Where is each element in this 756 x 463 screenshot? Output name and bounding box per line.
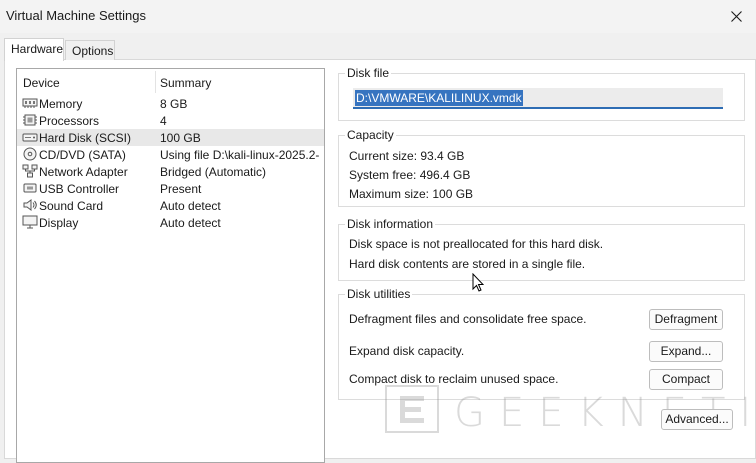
device-name: CD/DVD (SATA) bbox=[39, 148, 126, 162]
disk-information-group: Disk information Disk space is not preal… bbox=[338, 217, 745, 281]
device-name: Network Adapter bbox=[39, 165, 128, 179]
memory-icon bbox=[22, 96, 38, 110]
expand-text: Expand disk capacity. bbox=[349, 344, 465, 358]
device-name: Display bbox=[39, 216, 79, 230]
expand-button[interactable]: Expand... bbox=[649, 341, 723, 362]
capacity-label: Capacity bbox=[345, 128, 396, 142]
disk-utilities-group: Disk utilities Defragment files and cons… bbox=[338, 287, 745, 400]
device-row-display[interactable]: Display Auto detect bbox=[17, 214, 324, 231]
usb-controller-icon bbox=[22, 181, 38, 195]
device-name: Processors bbox=[39, 114, 100, 128]
column-header-summary[interactable]: Summary bbox=[160, 76, 211, 90]
cd-dvd-icon bbox=[22, 147, 38, 161]
display-icon bbox=[22, 215, 38, 229]
compact-text: Compact disk to reclaim unused space. bbox=[349, 372, 559, 386]
defragment-button[interactable]: Defragment bbox=[649, 309, 723, 330]
window-title: Virtual Machine Settings bbox=[6, 8, 146, 23]
title-bar: Virtual Machine Settings bbox=[0, 0, 756, 33]
column-divider[interactable] bbox=[155, 71, 156, 93]
device-summary: Present bbox=[160, 182, 202, 196]
network-adapter-icon bbox=[22, 164, 38, 178]
defragment-text: Defragment files and consolidate free sp… bbox=[349, 312, 587, 326]
device-list-header: Device Summary bbox=[17, 69, 324, 95]
mouse-cursor-icon bbox=[472, 273, 484, 292]
device-row-usb-controller[interactable]: USB Controller Present bbox=[17, 180, 324, 197]
disk-file-value: D:\VMWARE\KALILINUX.vmdk bbox=[355, 90, 523, 106]
device-list[interactable]: Device Summary Memory 8 GB Processors 4 … bbox=[16, 68, 325, 463]
device-summary: 8 GB bbox=[160, 97, 188, 111]
column-header-device[interactable]: Device bbox=[23, 76, 60, 90]
tab-hardware[interactable]: Hardware bbox=[4, 38, 64, 61]
tab-options[interactable]: Options bbox=[65, 40, 115, 60]
device-row-hard-disk[interactable]: Hard Disk (SCSI) 100 GB bbox=[17, 129, 324, 146]
device-summary: Using file D:\kali-linux-2025.2-... bbox=[160, 148, 320, 162]
device-name: USB Controller bbox=[39, 182, 120, 196]
device-row-network-adapter[interactable]: Network Adapter Bridged (Automatic) bbox=[17, 163, 324, 180]
device-row-memory[interactable]: Memory 8 GB bbox=[17, 95, 324, 112]
disk-information-label: Disk information bbox=[345, 217, 436, 231]
device-name: Hard Disk (SCSI) bbox=[39, 131, 132, 145]
device-summary: 4 bbox=[160, 114, 167, 128]
current-size-text: Current size: 93.4 GB bbox=[349, 149, 465, 163]
hard-disk-icon bbox=[22, 130, 38, 144]
compact-button[interactable]: Compact bbox=[649, 369, 723, 390]
device-name: Memory bbox=[39, 97, 83, 111]
processor-icon bbox=[22, 113, 38, 127]
device-row-processors[interactable]: Processors 4 bbox=[17, 112, 324, 129]
device-row-cd-dvd[interactable]: CD/DVD (SATA) Using file D:\kali-linux-2… bbox=[17, 146, 324, 163]
device-summary: Auto detect bbox=[160, 199, 221, 213]
device-name: Sound Card bbox=[39, 199, 104, 213]
advanced-button[interactable]: Advanced... bbox=[661, 409, 733, 430]
system-free-text: System free: 496.4 GB bbox=[349, 168, 471, 182]
disk-file-group: Disk file D:\VMWARE\KALILINUX.vmdk bbox=[338, 66, 745, 121]
maximum-size-text: Maximum size: 100 GB bbox=[349, 187, 474, 201]
device-summary: Auto detect bbox=[160, 216, 221, 230]
close-icon bbox=[730, 10, 742, 22]
disk-file-input[interactable]: D:\VMWARE\KALILINUX.vmdk bbox=[353, 88, 723, 109]
single-file-text: Hard disk contents are stored in a singl… bbox=[349, 257, 586, 271]
device-summary: 100 GB bbox=[160, 131, 201, 145]
preallocation-text: Disk space is not preallocated for this … bbox=[349, 237, 604, 251]
disk-file-label: Disk file bbox=[345, 66, 392, 80]
close-button[interactable] bbox=[724, 4, 748, 28]
device-summary: Bridged (Automatic) bbox=[160, 165, 267, 179]
device-row-sound-card[interactable]: Sound Card Auto detect bbox=[17, 197, 324, 214]
sound-card-icon bbox=[22, 198, 38, 212]
capacity-group: Capacity Current size: 93.4 GB System fr… bbox=[338, 128, 745, 207]
disk-utilities-label: Disk utilities bbox=[345, 287, 413, 301]
